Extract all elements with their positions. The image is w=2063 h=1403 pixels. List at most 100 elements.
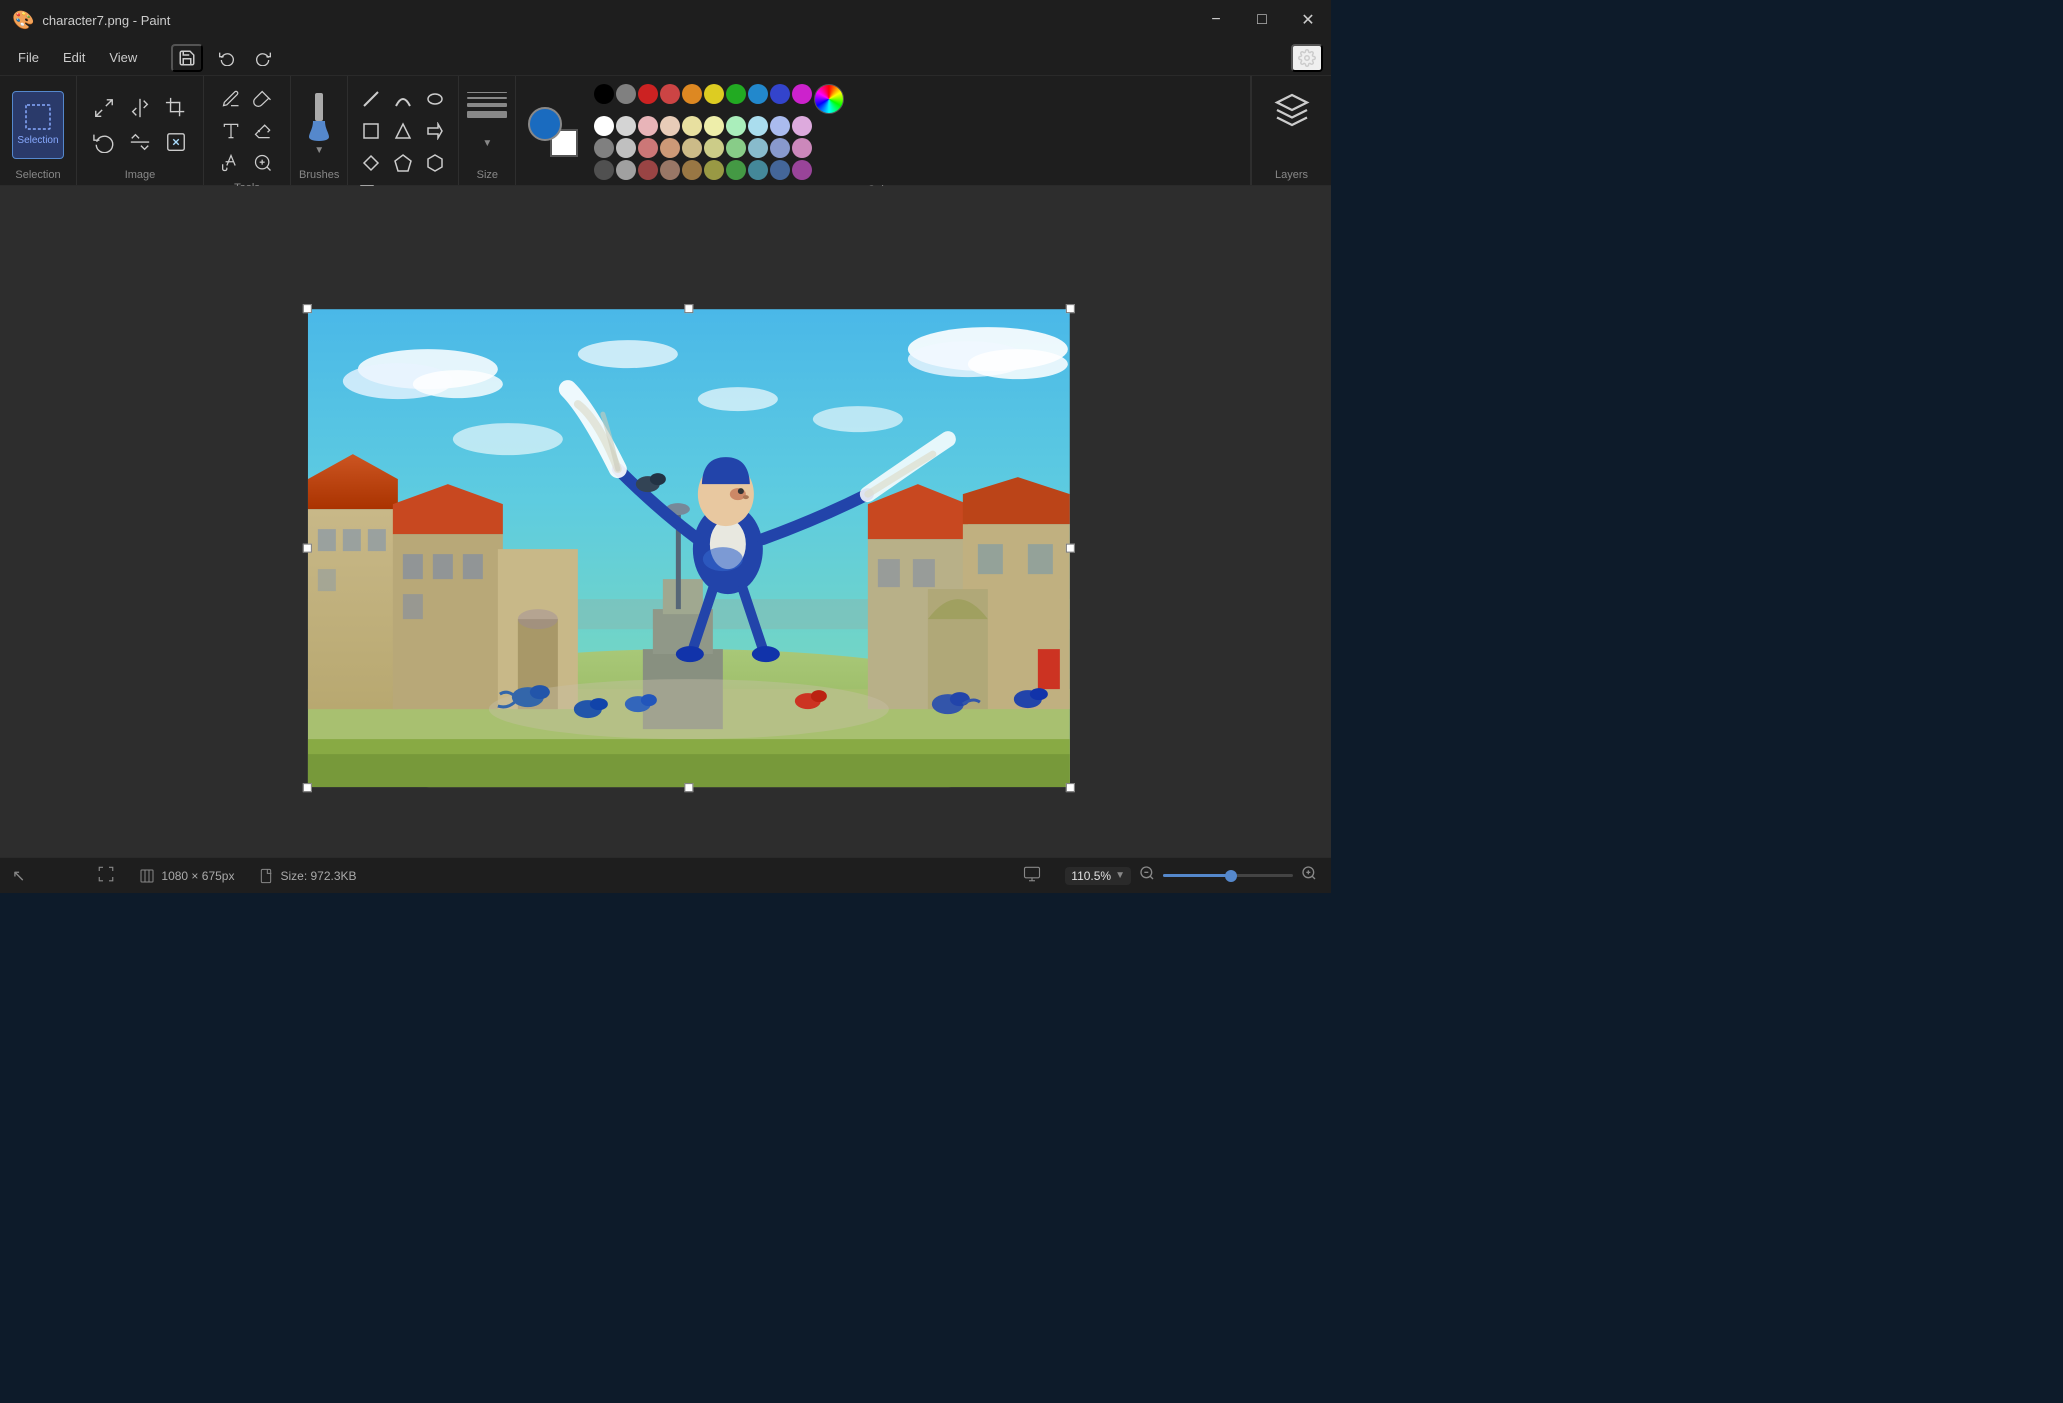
pencil-button[interactable]: [216, 84, 246, 114]
eraser-button[interactable]: [248, 116, 278, 146]
shape-ellipse[interactable]: [420, 84, 450, 114]
color-blue[interactable]: [748, 84, 768, 104]
resize-button[interactable]: [89, 93, 119, 123]
color-swatch-area: [528, 107, 578, 157]
rotate-button[interactable]: [89, 127, 119, 157]
color-purple[interactable]: [792, 84, 812, 104]
magic-select-button[interactable]: [161, 127, 191, 157]
color-mid-gray[interactable]: [594, 138, 614, 158]
fill-button[interactable]: [248, 84, 278, 114]
zoom-in-button[interactable]: [1299, 863, 1319, 888]
size-line-2[interactable]: [467, 97, 507, 99]
handle-mr[interactable]: [1065, 543, 1074, 552]
color-sage[interactable]: [726, 138, 746, 158]
close-button[interactable]: ✕: [1285, 0, 1331, 40]
size-line-4[interactable]: [467, 111, 507, 118]
fullscreen-button[interactable]: [97, 865, 115, 886]
color-orange[interactable]: [682, 84, 702, 104]
color-pale-blue[interactable]: [748, 116, 768, 136]
shape-line[interactable]: [356, 84, 386, 114]
title-bar: 🎨 character7.png - Paint − □ ✕: [0, 0, 1331, 40]
color-white[interactable]: [594, 116, 614, 136]
color-picker-button[interactable]: [216, 148, 246, 178]
zoom-slider-thumb[interactable]: [1225, 870, 1237, 882]
handle-br[interactable]: [1065, 783, 1074, 792]
shape-right-arrow[interactable]: [420, 116, 450, 146]
shape-rect[interactable]: [356, 116, 386, 146]
zoom-slider-track[interactable]: [1163, 868, 1293, 884]
color-dark-olive[interactable]: [704, 160, 724, 180]
color-yellow[interactable]: [704, 84, 724, 104]
artwork: [307, 309, 1069, 787]
color-silver[interactable]: [616, 138, 636, 158]
shape-hexagon[interactable]: [420, 148, 450, 178]
zoom-out-button[interactable]: [1137, 863, 1157, 888]
menu-edit[interactable]: Edit: [53, 46, 95, 69]
size-bar-4: [467, 111, 507, 118]
shape-pentagon[interactable]: [388, 148, 418, 178]
color-cornflower[interactable]: [770, 138, 790, 158]
menu-file[interactable]: File: [8, 46, 49, 69]
color-gray[interactable]: [616, 84, 636, 104]
redo-button[interactable]: [247, 44, 279, 72]
color-brown[interactable]: [660, 160, 680, 180]
color-light-gray[interactable]: [616, 116, 636, 136]
menu-bar: File Edit View: [0, 40, 1331, 76]
brush-dropdown-area[interactable]: ▼: [314, 145, 324, 156]
size-line-3[interactable]: [467, 103, 507, 107]
magnify-button[interactable]: [248, 148, 278, 178]
text-button[interactable]: [216, 116, 246, 146]
color-dark-tan[interactable]: [682, 160, 702, 180]
settings-button[interactable]: [1291, 44, 1323, 72]
undo-button[interactable]: [211, 44, 243, 72]
handle-tr[interactable]: [1065, 304, 1074, 313]
handle-bm[interactable]: [684, 783, 693, 792]
canvas-area[interactable]: [0, 186, 1331, 893]
shape-diamond[interactable]: [356, 148, 386, 178]
handle-ml[interactable]: [302, 543, 311, 552]
color-sand[interactable]: [682, 138, 702, 158]
save-button[interactable]: [171, 44, 203, 72]
color-lavender[interactable]: [770, 116, 790, 136]
handle-tl[interactable]: [302, 304, 311, 313]
color-pink[interactable]: [792, 138, 812, 158]
color-tan[interactable]: [660, 138, 680, 158]
maximize-button[interactable]: □: [1239, 0, 1285, 40]
color-rose[interactable]: [638, 138, 658, 158]
color-teal[interactable]: [748, 160, 768, 180]
flip-h-button[interactable]: [125, 93, 155, 123]
color-sky-blue[interactable]: [748, 138, 768, 158]
color-cream[interactable]: [682, 116, 702, 136]
crop-button[interactable]: [161, 93, 191, 123]
menu-view[interactable]: View: [99, 46, 147, 69]
color-dark-red[interactable]: [638, 84, 658, 104]
color-pale-yellow[interactable]: [704, 116, 724, 136]
handle-bl[interactable]: [302, 783, 311, 792]
size-line-1[interactable]: [467, 92, 507, 93]
selection-tool-button[interactable]: Selection: [12, 91, 64, 159]
shape-triangle[interactable]: [388, 116, 418, 146]
color-gray2[interactable]: [616, 160, 636, 180]
color-forest[interactable]: [726, 160, 746, 180]
color-steel-blue[interactable]: [770, 160, 790, 180]
color-rainbow[interactable]: [814, 84, 844, 114]
color-maroon[interactable]: [638, 160, 658, 180]
color-charcoal[interactable]: [594, 160, 614, 180]
color-black[interactable]: [594, 84, 614, 104]
color-pale-purple[interactable]: [792, 116, 812, 136]
size-dropdown-area[interactable]: ▼: [482, 138, 492, 149]
color-red[interactable]: [660, 84, 680, 104]
minimize-button[interactable]: −: [1193, 0, 1239, 40]
color-dark-blue[interactable]: [770, 84, 790, 104]
color-green[interactable]: [726, 84, 746, 104]
zoom-value-display[interactable]: 110.5% ▼: [1065, 867, 1131, 885]
color-violet[interactable]: [792, 160, 812, 180]
layers-button[interactable]: [1274, 92, 1310, 135]
flip-v-button[interactable]: [125, 127, 155, 157]
color-olive[interactable]: [704, 138, 724, 158]
color-peach[interactable]: [660, 116, 680, 136]
handle-tm[interactable]: [684, 304, 693, 313]
shape-curve[interactable]: [388, 84, 418, 114]
color-pink-light[interactable]: [638, 116, 658, 136]
color-pale-green[interactable]: [726, 116, 746, 136]
